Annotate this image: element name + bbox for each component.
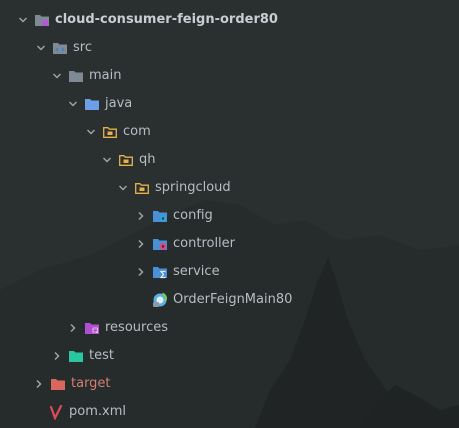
package-folder-icon <box>102 124 118 140</box>
config-folder-icon <box>152 208 168 224</box>
chevron-right-icon[interactable] <box>32 377 46 391</box>
chevron-down-icon[interactable] <box>100 153 114 167</box>
chevron-down-icon[interactable] <box>50 69 64 83</box>
chevron-down-icon[interactable] <box>16 13 30 27</box>
tree-node-test[interactable]: test <box>0 342 459 370</box>
package-folder-icon <box>118 152 134 168</box>
tree-label-qh: qh <box>139 152 156 167</box>
tree-label-com: com <box>123 124 151 139</box>
service-folder-icon <box>152 264 168 280</box>
package-folder-icon <box>134 180 150 196</box>
tree-label-test: test <box>89 348 114 363</box>
chevron-right-icon[interactable] <box>50 349 64 363</box>
tree-node-main[interactable]: main <box>0 62 459 90</box>
chevron-down-icon[interactable] <box>84 125 98 139</box>
chevron-right-icon[interactable] <box>134 209 148 223</box>
test-folder-icon <box>68 348 84 364</box>
maven-icon <box>48 404 64 420</box>
tree-node-project[interactable]: cloud-consumer-feign-order80 <box>0 6 459 34</box>
project-tree: cloud-consumer-feign-order80 src main ja… <box>0 6 459 426</box>
tree-node-main-class[interactable]: OrderFeignMain80 <box>0 286 459 314</box>
tree-node-resources[interactable]: resources <box>0 314 459 342</box>
module-folder-icon <box>34 12 50 28</box>
tree-node-src[interactable]: src <box>0 34 459 62</box>
chevron-down-icon[interactable] <box>34 41 48 55</box>
tree-label-pom: pom.xml <box>69 404 126 419</box>
chevron-right-icon[interactable] <box>134 265 148 279</box>
excluded-folder-icon <box>50 376 66 392</box>
tree-node-service[interactable]: service <box>0 258 459 286</box>
tree-label-main-class: OrderFeignMain80 <box>173 292 293 307</box>
tree-node-com[interactable]: com <box>0 118 459 146</box>
tree-label-service: service <box>173 264 220 279</box>
tree-node-config[interactable]: config <box>0 202 459 230</box>
tree-node-controller[interactable]: controller <box>0 230 459 258</box>
tree-label-src: src <box>73 40 92 55</box>
tree-node-java[interactable]: java <box>0 90 459 118</box>
spring-class-icon <box>152 292 168 308</box>
tree-label-springcloud: springcloud <box>155 180 231 195</box>
tree-label-config: config <box>173 208 213 223</box>
folder-icon <box>68 68 84 84</box>
tree-node-qh[interactable]: qh <box>0 146 459 174</box>
source-folder-icon <box>52 40 68 56</box>
tree-label-controller: controller <box>173 236 236 251</box>
chevron-right-icon[interactable] <box>66 321 80 335</box>
chevron-right-icon[interactable] <box>134 237 148 251</box>
tree-label-resources: resources <box>105 320 169 335</box>
controller-folder-icon <box>152 236 168 252</box>
tree-node-springcloud[interactable]: springcloud <box>0 174 459 202</box>
tree-label-target: target <box>71 376 111 391</box>
project-name-label: cloud-consumer-feign-order80 <box>55 12 278 27</box>
resources-folder-icon <box>84 320 100 336</box>
chevron-down-icon[interactable] <box>66 97 80 111</box>
tree-label-main: main <box>89 68 122 83</box>
chevron-down-icon[interactable] <box>116 181 130 195</box>
tree-label-java: java <box>105 96 133 111</box>
tree-node-pom[interactable]: pom.xml <box>0 398 459 426</box>
tree-node-target[interactable]: target <box>0 370 459 398</box>
source-root-folder-icon <box>84 96 100 112</box>
